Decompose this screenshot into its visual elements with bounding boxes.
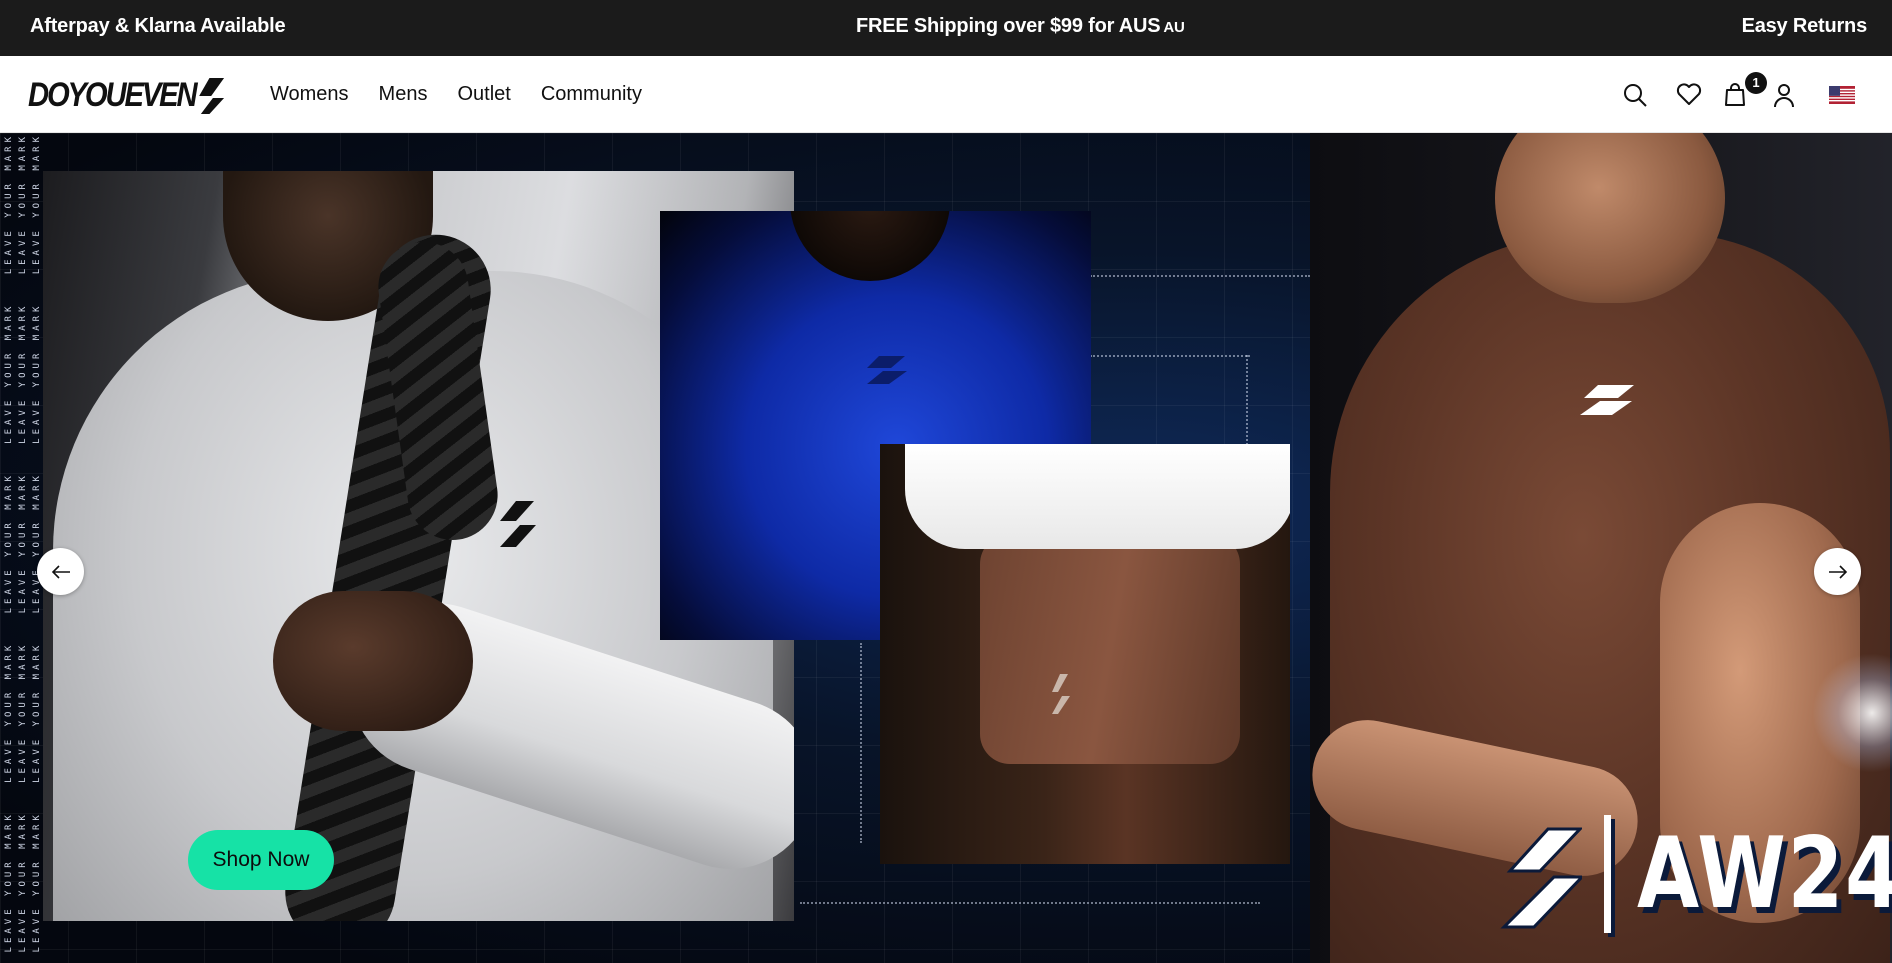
- aw24-collection-badge: AW24: [1500, 801, 1892, 946]
- free-shipping-label: FREE Shipping over $99 for AUS: [856, 15, 1161, 37]
- brand-mark-icon: [867, 356, 907, 384]
- hero-image-shorts: [880, 444, 1290, 864]
- heart-icon[interactable]: [1676, 81, 1702, 107]
- brand-mark-icon: [1052, 674, 1070, 714]
- side-text-col-1: LEAVE YOUR MARK LEAVE YOUR MARK LEAVE YO…: [4, 133, 14, 953]
- logo-text: DOYOUEVEN: [28, 75, 198, 114]
- dotted-line: [1246, 355, 1248, 445]
- logo-slash-icon: [198, 78, 224, 114]
- dotted-line: [800, 902, 1260, 904]
- carousel-next-button[interactable]: [1814, 548, 1861, 595]
- search-icon[interactable]: [1622, 82, 1648, 108]
- hero-carousel: LEAVE YOUR MARK LEAVE YOUR MARK LEAVE YO…: [0, 133, 1892, 963]
- site-header: DOYOUEVEN Womens Mens Outlet Community: [0, 56, 1892, 133]
- nav-community[interactable]: Community: [541, 83, 642, 106]
- nav-outlet[interactable]: Outlet: [457, 83, 510, 106]
- us-flag-icon[interactable]: [1829, 86, 1855, 104]
- aw24-label: AW24: [1637, 816, 1892, 931]
- leave-your-mark-strip: LEAVE YOUR MARK LEAVE YOUR MARK LEAVE YO…: [2, 133, 46, 963]
- user-icon[interactable]: [1771, 82, 1797, 108]
- side-text-col-3: LEAVE YOUR MARK LEAVE YOUR MARK LEAVE YO…: [32, 133, 42, 953]
- brand-mark-icon: [1580, 385, 1634, 415]
- dotted-line: [1090, 355, 1250, 357]
- shop-now-button[interactable]: Shop Now: [188, 830, 334, 890]
- bag-icon[interactable]: [1722, 81, 1748, 107]
- main-nav: Womens Mens Outlet Community: [270, 56, 672, 133]
- cart-count-badge: 1: [1745, 72, 1767, 94]
- dotted-line: [1090, 275, 1310, 277]
- arrow-right-icon: [1828, 564, 1847, 579]
- afterpay-klarna-text: Afterpay & Klarna Available: [30, 15, 286, 37]
- dotted-line: [860, 643, 862, 843]
- brand-mark-icon: [500, 501, 536, 547]
- announcement-bar: Afterpay & Klarna Available FREE Shippin…: [0, 0, 1892, 56]
- nav-womens[interactable]: Womens: [270, 83, 349, 106]
- brand-logo[interactable]: DOYOUEVEN: [28, 75, 225, 115]
- free-shipping-text: FREE Shipping over $99 for AUS AU: [856, 15, 1185, 38]
- carousel-prev-button[interactable]: [37, 548, 84, 595]
- aw24-divider: [1604, 814, 1611, 933]
- easy-returns-text[interactable]: Easy Returns: [1742, 15, 1868, 38]
- nav-mens[interactable]: Mens: [379, 83, 428, 106]
- side-text-col-2: LEAVE YOUR MARK LEAVE YOUR MARK LEAVE YO…: [18, 133, 28, 953]
- au-code: AU: [1163, 19, 1185, 36]
- brand-mark-icon: [1500, 827, 1582, 928]
- arrow-left-icon: [51, 564, 70, 579]
